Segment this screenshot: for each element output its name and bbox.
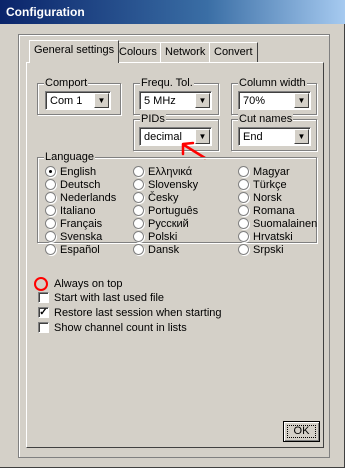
radio-button[interactable] bbox=[45, 179, 56, 190]
show-channel-count-label: Show channel count in lists bbox=[54, 322, 187, 334]
comport-select[interactable]: Com 1 ▼ bbox=[45, 91, 111, 110]
radio-button[interactable] bbox=[238, 192, 249, 203]
cut-names-value: End bbox=[243, 131, 263, 143]
radio-button[interactable] bbox=[45, 205, 56, 216]
ok-button[interactable]: OK bbox=[283, 421, 320, 442]
chevron-down-icon[interactable]: ▼ bbox=[294, 93, 309, 108]
frequ-tol-value: 5 MHz bbox=[144, 95, 176, 107]
start-with-last-file-label: Start with last used file bbox=[54, 292, 165, 304]
column-width-select[interactable]: 70% ▼ bbox=[238, 91, 311, 110]
pids-label: PIDs bbox=[140, 113, 166, 125]
radio-button[interactable] bbox=[133, 192, 144, 203]
radio-button[interactable] bbox=[45, 166, 56, 177]
window-title: Configuration bbox=[0, 0, 345, 24]
configuration-window: Configuration General settings Colours N… bbox=[0, 0, 345, 468]
radio-button[interactable] bbox=[238, 218, 249, 229]
column-width-value: 70% bbox=[243, 95, 266, 107]
column-width-label: Column width bbox=[238, 77, 307, 89]
tab-colours[interactable]: Colours bbox=[114, 42, 162, 62]
comport-value: Com 1 bbox=[50, 95, 83, 107]
cut-names-label: Cut names bbox=[238, 113, 294, 125]
pids-value: decimal bbox=[144, 131, 182, 143]
comport-label: Comport bbox=[44, 77, 89, 89]
radio-button[interactable] bbox=[238, 205, 249, 216]
radio-button[interactable] bbox=[238, 179, 249, 190]
radio-button[interactable] bbox=[133, 244, 144, 255]
checkbox[interactable] bbox=[38, 322, 49, 333]
frequ-tol-select[interactable]: 5 MHz ▼ bbox=[139, 91, 212, 110]
tab-convert[interactable]: Convert bbox=[209, 42, 258, 62]
radio-button[interactable] bbox=[133, 205, 144, 216]
frequ-tol-label: Frequ. Tol. bbox=[140, 77, 194, 89]
radio-button[interactable] bbox=[238, 244, 249, 255]
radio-button[interactable] bbox=[238, 166, 249, 177]
chevron-down-icon[interactable]: ▼ bbox=[195, 93, 210, 108]
tab-general-settings[interactable]: General settings bbox=[29, 40, 120, 63]
radio-button[interactable] bbox=[45, 244, 56, 255]
language-label: Language bbox=[44, 151, 95, 163]
radio-button[interactable] bbox=[133, 179, 144, 190]
annotation-circle-icon bbox=[34, 277, 48, 291]
tab-network[interactable]: Network bbox=[160, 42, 211, 62]
radio-button[interactable] bbox=[133, 231, 144, 242]
restore-last-session-label: Restore last session when starting bbox=[54, 307, 222, 319]
cut-names-select[interactable]: End ▼ bbox=[238, 127, 311, 146]
always-on-top-label: Always on top bbox=[54, 278, 123, 290]
radio-button[interactable] bbox=[238, 231, 249, 242]
radio-button[interactable] bbox=[45, 231, 56, 242]
chevron-down-icon[interactable]: ▼ bbox=[294, 129, 309, 144]
radio-button[interactable] bbox=[45, 218, 56, 229]
checkmark-icon[interactable]: ✓ bbox=[38, 307, 49, 318]
radio-button[interactable] bbox=[133, 166, 144, 177]
radio-button[interactable] bbox=[45, 192, 56, 203]
chevron-down-icon[interactable]: ▼ bbox=[94, 93, 109, 108]
checkbox[interactable] bbox=[38, 292, 49, 303]
radio-button[interactable] bbox=[133, 218, 144, 229]
